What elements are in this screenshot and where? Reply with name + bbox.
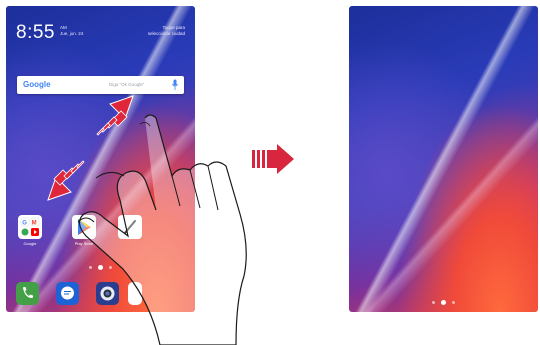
dock bbox=[16, 282, 191, 308]
page-dot bbox=[109, 266, 112, 270]
google-search-bar[interactable]: Google Diga "Ok Google" bbox=[17, 76, 184, 94]
page-dot-active bbox=[98, 265, 103, 271]
app-label: Play Store bbox=[74, 241, 94, 246]
home-screen-after bbox=[349, 6, 538, 312]
date-line-2: Jue, jun. 24 bbox=[60, 31, 84, 36]
home-screen-before: 8:55 AM Jue, jun. 24 Toque para seleccio… bbox=[6, 6, 195, 312]
pen-icon bbox=[118, 215, 142, 239]
page-dot-active bbox=[441, 300, 446, 306]
page-dot bbox=[89, 266, 92, 270]
svg-text:M: M bbox=[32, 221, 37, 227]
app-google-folder[interactable]: G M Google bbox=[18, 215, 44, 246]
page-indicator bbox=[349, 294, 538, 312]
google-logo: Google bbox=[23, 80, 51, 89]
page-dot bbox=[452, 301, 455, 305]
phone-icon[interactable] bbox=[16, 282, 39, 305]
app-play-store[interactable]: Play Store bbox=[72, 215, 98, 246]
app-row: G M Google Play Store bbox=[18, 215, 188, 251]
camera-icon[interactable] bbox=[96, 282, 119, 305]
svg-text:G: G bbox=[22, 221, 27, 227]
google-folder-icon: G M bbox=[18, 215, 42, 239]
mic-icon[interactable] bbox=[172, 79, 178, 91]
page-indicator bbox=[6, 259, 195, 277]
app-pen[interactable] bbox=[118, 215, 144, 241]
clock: 8:55 bbox=[16, 22, 55, 43]
app-label: Google bbox=[23, 241, 37, 246]
browser-icon[interactable] bbox=[128, 282, 142, 305]
weather-widget[interactable]: Toque para seleccionar ciudad bbox=[148, 25, 185, 37]
weather-line-2: seleccionar ciudad bbox=[147, 31, 185, 36]
date-widget: AM Jue, jun. 24 bbox=[60, 25, 83, 37]
play-store-icon bbox=[72, 215, 96, 239]
page-dot bbox=[432, 301, 435, 305]
transition-arrow-icon bbox=[252, 144, 294, 174]
search-input[interactable]: Diga "Ok Google" bbox=[109, 82, 144, 87]
messages-icon[interactable] bbox=[56, 282, 79, 305]
